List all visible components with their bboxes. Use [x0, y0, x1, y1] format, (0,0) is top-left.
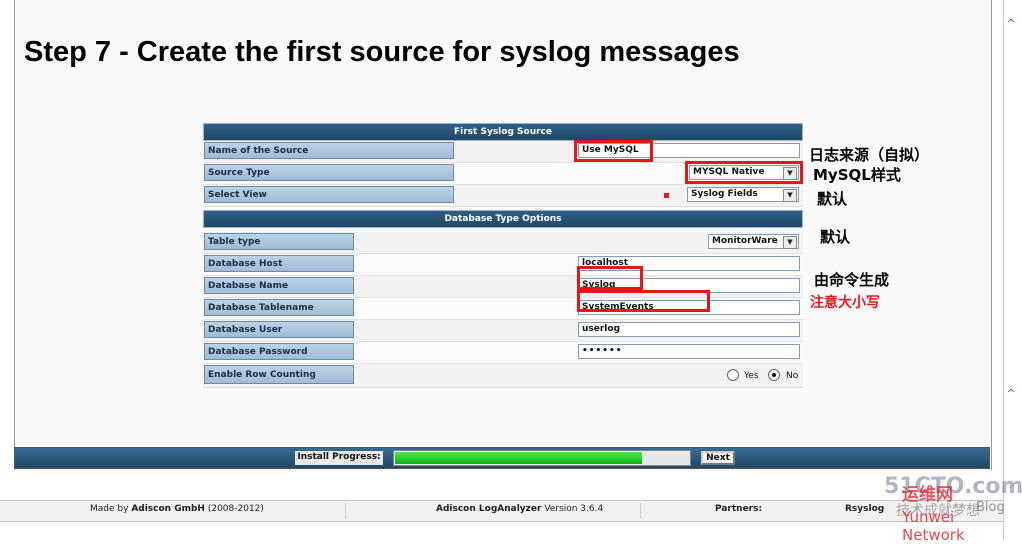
db-user-input[interactable]: userlog: [578, 322, 800, 337]
scroll-up-icon[interactable]: ^: [1005, 18, 1017, 30]
section-header-db-options: Database Type Options: [203, 210, 803, 228]
annotation-source-name: 日志来源（自拟）: [809, 146, 930, 164]
field-label-db-password: Database Password: [204, 343, 354, 360]
watermark-text: Yunwei Network: [902, 508, 965, 544]
progress-fill: [395, 452, 642, 464]
footer-version: Adiscon LogAnalyzer Version 3.6.4: [436, 504, 603, 514]
highlight-db-tablename: [577, 290, 710, 312]
form-row-row-counting: Enable Row Counting Yes No: [203, 364, 803, 388]
form-row-db-name: Database Name Syslog: [203, 276, 803, 298]
chevron-down-icon[interactable]: ▼: [783, 236, 797, 249]
footer-made-by-prefix: Made by: [90, 504, 129, 514]
page-title: Step 7 - Create the first source for sys…: [24, 36, 740, 68]
annotation-source-type: MySQL样式: [813, 166, 901, 184]
table-type-value: MonitorWare: [712, 236, 778, 246]
footer-company-link[interactable]: Adiscon GmbH: [131, 504, 205, 514]
footer: Made by Adiscon GmbH (2008-2012) Adiscon…: [0, 500, 1003, 522]
next-button[interactable]: Next: [701, 451, 735, 465]
select-view-select[interactable]: Syslog Fields ▼: [687, 187, 799, 202]
footer-product-link[interactable]: Adiscon LogAnalyzer: [436, 504, 541, 514]
annotation-table-type: 默认: [820, 228, 851, 246]
field-label-table-type: Table type: [204, 233, 354, 250]
form-row-source-name: Name of the Source Use MySQL: [203, 141, 803, 163]
footer-years: (2008-2012): [207, 504, 264, 514]
row-counting-yes-label: Yes: [744, 371, 759, 381]
highlight-db-name: [577, 266, 643, 290]
table-type-select[interactable]: MonitorWare ▼: [708, 234, 799, 249]
field-label-db-name: Database Name: [204, 277, 354, 294]
form-row-db-user: Database User userlog: [203, 320, 803, 342]
form-row-db-tablename: Database Tablename SystemEvents: [203, 298, 803, 320]
footer-divider: [640, 503, 641, 519]
select-view-value: Syslog Fields: [691, 189, 758, 199]
field-label-source-type: Source Type: [204, 164, 454, 181]
db-password-input[interactable]: ••••••: [578, 344, 800, 359]
form-row-db-password: Database Password ••••••: [203, 342, 803, 364]
annotation-db-name: 由命令生成: [814, 271, 890, 289]
form-row-select-view: Select View Syslog Fields ▼: [203, 185, 803, 207]
field-label-db-tablename: Database Tablename: [204, 299, 354, 316]
footer-made-by: Made by Adiscon GmbH (2008-2012): [90, 504, 264, 514]
field-label-db-user: Database User: [204, 321, 354, 338]
highlight-dot: [664, 193, 669, 198]
field-label-row-counting: Enable Row Counting: [204, 365, 354, 384]
install-progress-label: Install Progress:: [295, 451, 383, 465]
field-label-db-host: Database Host: [204, 255, 354, 272]
footer-divider: [345, 503, 346, 519]
form-row-db-host: Database Host localhost: [203, 254, 803, 276]
field-label-select-view: Select View: [204, 186, 454, 203]
chevron-down-icon[interactable]: ▼: [783, 189, 797, 202]
row-counting-yes-radio[interactable]: [727, 369, 739, 381]
highlight-source-name: [574, 140, 653, 162]
scroll-up-icon-lower[interactable]: ^: [1005, 388, 1017, 400]
footer-version-text: Version 3.6.4: [544, 504, 604, 514]
highlight-source-type: [685, 161, 803, 184]
watermark-logo: 51CTO.com 运维网 技术成就梦想 Blog Yunwei Network: [884, 474, 1022, 544]
annotation-select-view: 默认: [817, 190, 848, 208]
field-label-source-name: Name of the Source: [204, 142, 454, 159]
footer-partner-rsyslog[interactable]: Rsyslog: [845, 504, 884, 514]
section-header-first-source: First Syslog Source: [203, 123, 803, 141]
progress-track: [393, 450, 691, 466]
footer-partners-label: Partners:: [715, 504, 763, 514]
scrollbar[interactable]: [1003, 0, 1021, 540]
annotation-db-tablename: 注意大小写: [810, 295, 880, 311]
install-progress-bar: Install Progress: Next: [14, 447, 990, 469]
row-counting-no-radio[interactable]: [768, 369, 780, 381]
form-row-table-type: Table type MonitorWare ▼: [203, 232, 803, 254]
row-counting-no-label: No: [786, 371, 799, 381]
